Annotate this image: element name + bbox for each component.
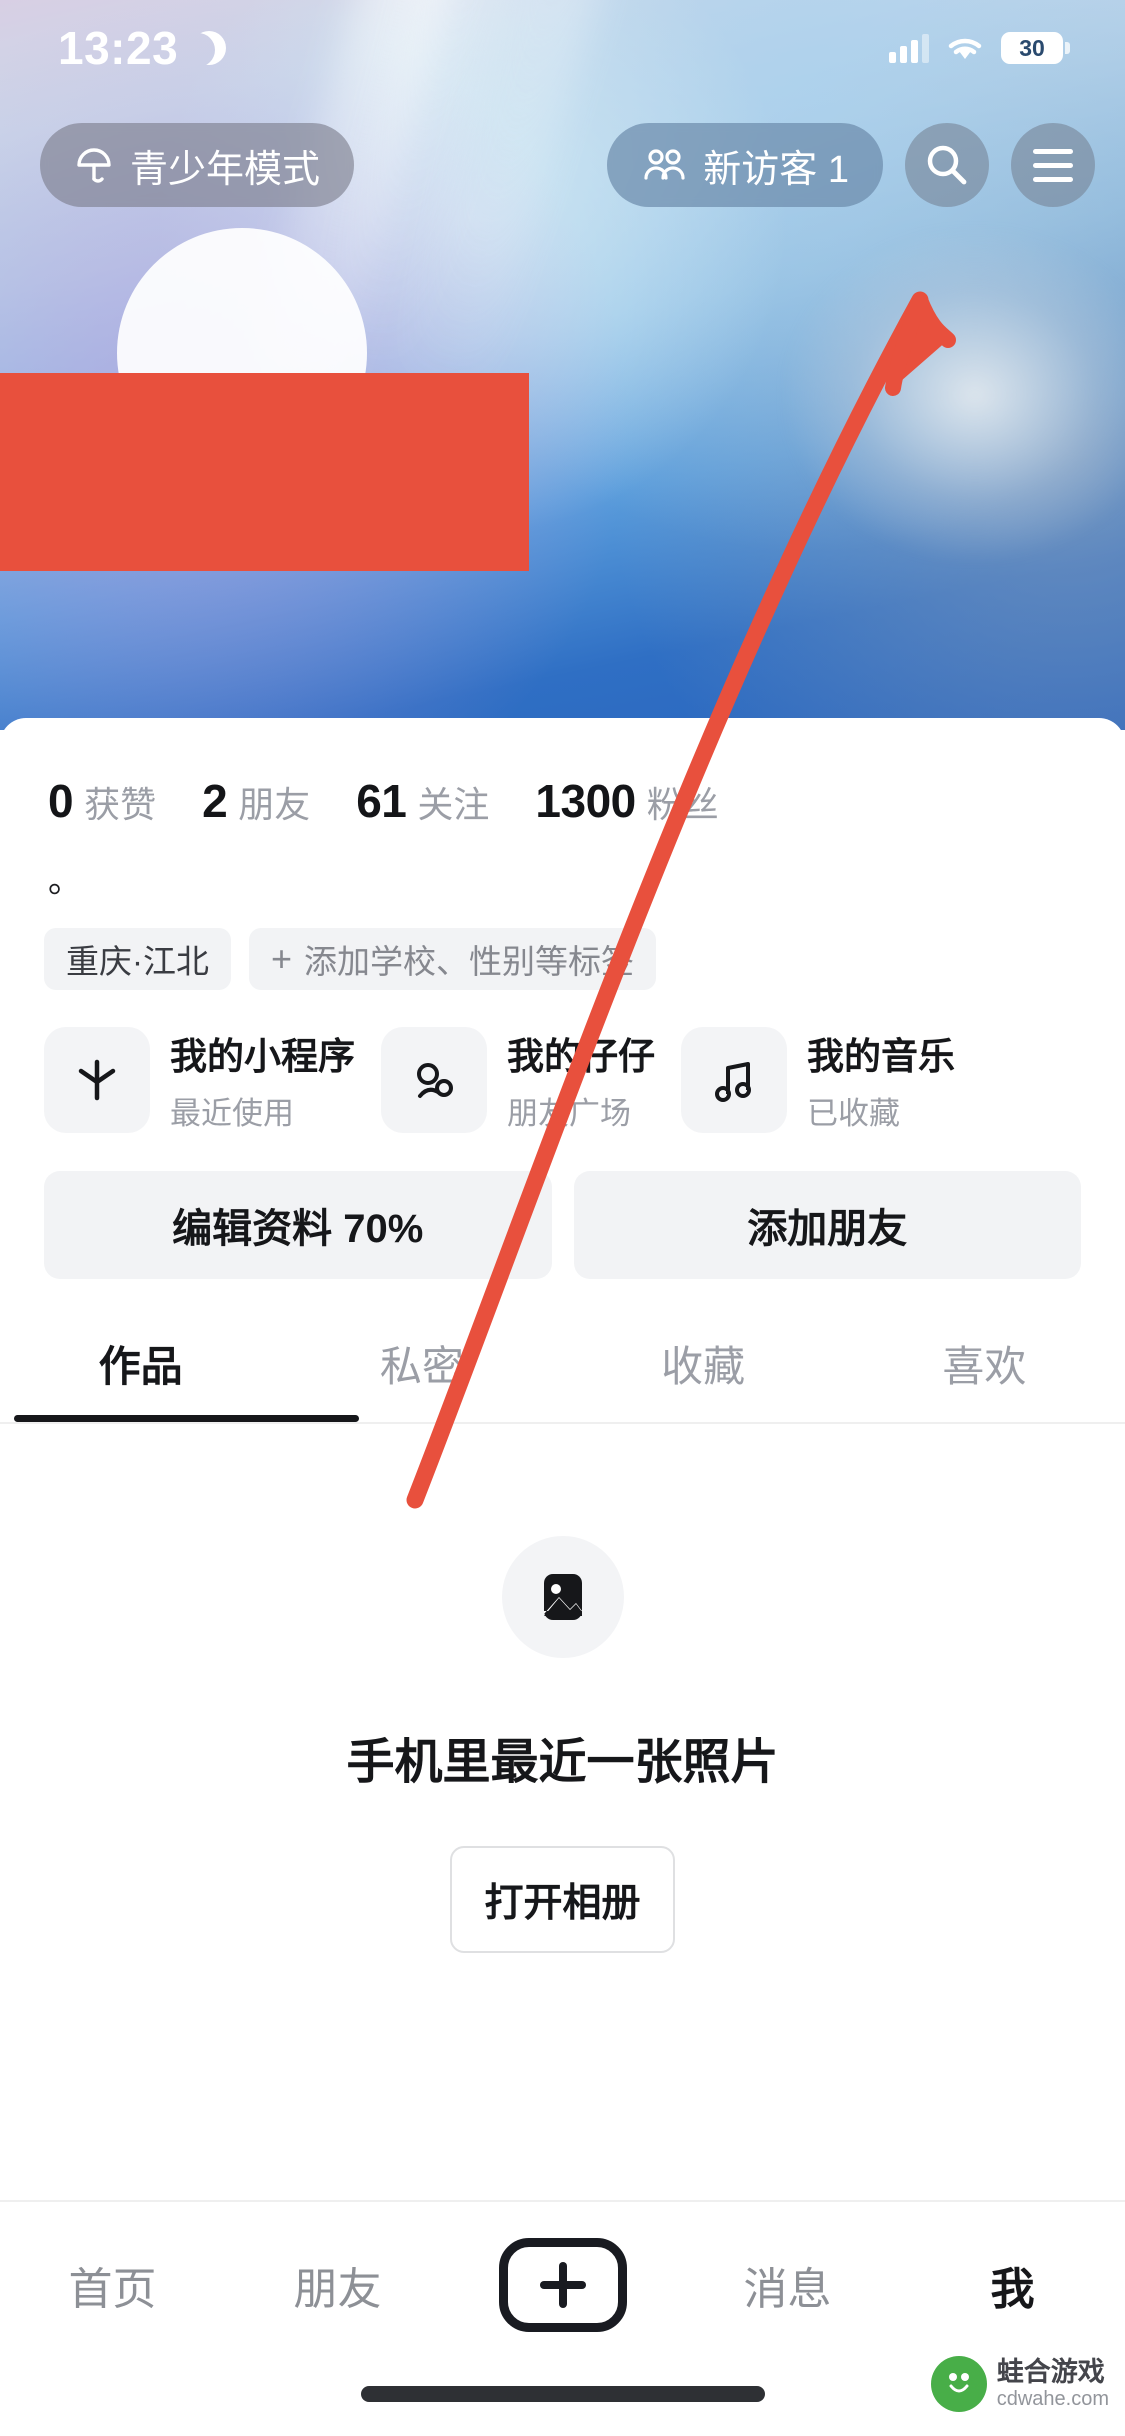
tab-works[interactable]: 作品 [0,1323,281,1422]
phone-screen: 13:23 30 青少年模式 新访客 1 0 获赞 2 朋友 61 关注 130… [0,0,1125,2436]
plus-icon: + [271,938,293,979]
tab-likes[interactable]: 喜欢 [844,1323,1125,1422]
open-album-button[interactable]: 打开相册 [450,1846,675,1953]
mini-program-cards: 我的小程序 最近使用 我的仔仔 朋友广场 我的音乐 已收藏 [0,990,1125,1133]
profile-tags: 重庆·江北 + 添加学校、性别等标签 [0,898,1125,990]
stat-likes[interactable]: 0 获赞 [48,774,156,828]
stat-label: 获赞 [84,784,157,825]
redaction-overlay [0,373,529,571]
umbrella-icon [77,148,111,183]
moon-icon [192,31,226,65]
tab-private[interactable]: 私密 [281,1323,562,1422]
profile-header-bar: 青少年模式 新访客 1 [0,120,1125,210]
empty-state: 手机里最近一张照片 打开相册 [0,1424,1125,1953]
stat-friends[interactable]: 2 朋友 [202,774,310,828]
minicard-subtitle: 最近使用 [170,1096,294,1131]
signal-bars-icon [889,33,929,63]
watermark-name: 蛙合游戏 [996,2356,1105,2387]
bottom-navigation: 首页 朋友 消息 我 蛙合游戏 cdwahe.com [0,2200,1125,2436]
minicard-title: 我的仔仔 [507,1036,655,1077]
watermark-logo-icon [930,2356,987,2412]
plus-icon [498,2238,627,2332]
nav-me[interactable]: 我 [900,2230,1125,2340]
tag-add-info[interactable]: + 添加学校、性别等标签 [249,928,657,990]
active-tab-indicator [14,1415,359,1422]
new-visitor-label: 新访客 1 [703,148,849,191]
minicard-subtitle: 已收藏 [807,1096,900,1131]
teen-mode-label: 青少年模式 [130,148,321,191]
profile-actions: 编辑资料 70% 添加朋友 [0,1133,1125,1279]
image-placeholder-icon [501,1536,624,1658]
teen-mode-button[interactable]: 青少年模式 [40,123,355,207]
edit-profile-button[interactable]: 编辑资料 70% [44,1171,552,1279]
minicard-my-music[interactable]: 我的音乐 已收藏 [681,1026,955,1133]
stat-label: 粉丝 [646,784,719,825]
empty-state-title: 手机里最近一张照片 [346,1736,779,1789]
minicard-subtitle: 朋友广场 [507,1096,631,1131]
music-note-icon [681,1026,787,1133]
character-icon [381,1026,487,1133]
tag-location[interactable]: 重庆·江北 [44,928,231,990]
profile-bio[interactable]: 。 [0,828,1125,898]
nav-friends[interactable]: 朋友 [225,2230,450,2340]
watermark: 蛙合游戏 cdwahe.com [930,2356,1109,2412]
wifi-icon [948,38,982,59]
battery-indicator: 30 [1001,32,1070,64]
people-icon [644,149,685,180]
asterisk-icon [44,1026,150,1133]
nav-home[interactable]: 首页 [0,2230,225,2340]
stat-following[interactable]: 61 关注 [356,774,489,828]
stat-value: 0 [48,775,74,827]
hamburger-menu-icon [1033,148,1073,182]
watermark-domain: cdwahe.com [996,2388,1109,2411]
minicard-title: 我的音乐 [807,1036,955,1077]
stat-value: 61 [356,775,407,827]
status-bar-time: 13:23 [58,22,179,74]
status-bar: 13:23 30 [0,0,1125,96]
new-visitor-button[interactable]: 新访客 1 [607,123,883,207]
add-friend-button[interactable]: 添加朋友 [573,1171,1081,1279]
home-indicator [360,2386,765,2402]
search-icon [927,145,967,185]
minicard-my-character[interactable]: 我的仔仔 朋友广场 [381,1026,655,1133]
profile-content-card: 0 获赞 2 朋友 61 关注 1300 粉丝 。 重庆·江北 + 添加学校、性 [0,718,1125,2200]
tab-favorites[interactable]: 收藏 [563,1323,844,1422]
minicard-title: 我的小程序 [170,1036,355,1077]
stat-followers[interactable]: 1300 粉丝 [535,774,718,828]
profile-stats: 0 获赞 2 朋友 61 关注 1300 粉丝 [0,718,1125,828]
stat-label: 朋友 [238,784,311,825]
stat-label: 关注 [417,784,490,825]
menu-button[interactable] [1011,123,1095,207]
nav-create[interactable] [450,2230,675,2340]
stat-value: 2 [202,775,228,827]
profile-banner [0,0,1125,730]
content-tabs: 作品 私密 收藏 喜欢 [0,1323,1125,1422]
search-button[interactable] [905,123,989,207]
minicard-my-miniprograms[interactable]: 我的小程序 最近使用 [44,1026,355,1133]
nav-messages[interactable]: 消息 [675,2230,900,2340]
stat-value: 1300 [535,775,636,827]
tag-add-label: 添加学校、性别等标签 [304,943,635,980]
